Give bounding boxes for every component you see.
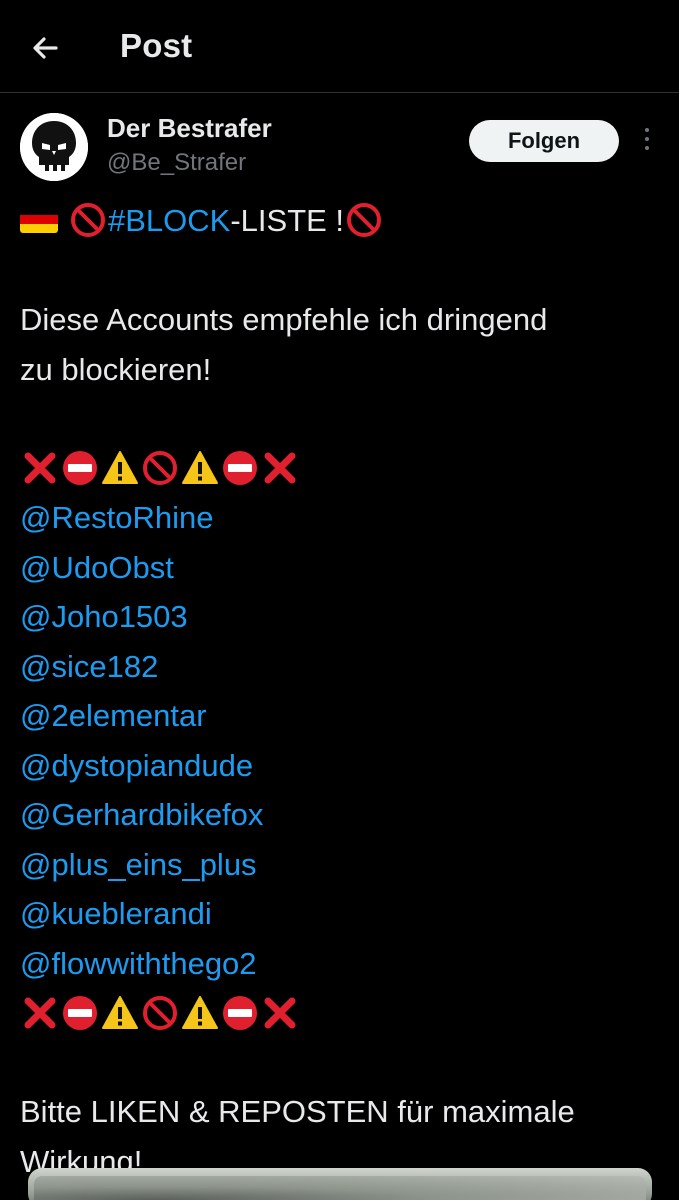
post-media-image[interactable] — [28, 1168, 652, 1200]
mention-link[interactable]: @UdoObst — [20, 543, 660, 593]
no-entry-icon — [223, 451, 257, 486]
back-button[interactable] — [26, 28, 66, 68]
media-thumbnail — [34, 1176, 646, 1200]
no-entry-icon — [223, 995, 257, 1030]
mention-link[interactable]: @Joho1503 — [20, 592, 660, 642]
outro-line-1: Bitte LIKEN & REPOSTEN für maximale — [20, 1094, 575, 1129]
arrow-left-icon — [33, 37, 58, 59]
intro-line-2: zu blockieren! — [20, 351, 212, 387]
mention-link[interactable]: @2elementar — [20, 691, 660, 741]
prohibited-icon — [143, 995, 177, 1030]
avatar[interactable] — [20, 113, 88, 181]
prohibited-icon — [71, 202, 105, 237]
cross-mark-icon — [24, 452, 56, 484]
cross-mark-icon — [264, 452, 296, 484]
follow-button[interactable]: Folgen — [469, 120, 619, 162]
mention-link[interactable]: @kueblerandi — [20, 889, 660, 939]
warning-icon — [102, 451, 138, 485]
cross-mark-icon — [264, 997, 296, 1029]
block-hashtag-link[interactable]: #BLOCK — [108, 203, 230, 238]
warning-icon — [182, 451, 218, 485]
top-bar: Post — [0, 0, 679, 93]
mention-link[interactable]: @plus_eins_plus — [20, 840, 660, 890]
no-entry-icon — [63, 451, 97, 486]
punisher-skull-icon — [20, 113, 88, 181]
germany-flag-icon — [20, 206, 58, 233]
mention-link[interactable]: @Gerhardbikefox — [20, 790, 660, 840]
cross-mark-icon — [24, 997, 56, 1029]
warning-icon — [182, 995, 218, 1029]
post-text: #BLOCK-LISTE ! Diese Accounts empfehle i… — [20, 196, 660, 1186]
intro-line-1: Diese Accounts empfehle ich dringend — [20, 302, 548, 337]
mention-link[interactable]: @RestoRhine — [20, 493, 660, 543]
emoji-row-bottom — [20, 988, 660, 1038]
prohibited-icon — [347, 202, 382, 237]
more-vertical-icon[interactable] — [632, 123, 662, 159]
author-handle[interactable]: @Be_Strafer — [107, 149, 246, 177]
prohibited-icon — [143, 451, 177, 486]
emoji-row-top — [20, 444, 660, 494]
page-title: Post — [120, 27, 193, 64]
mention-link[interactable]: @sice182 — [20, 642, 660, 692]
author-row: Der Bestrafer @Be_Strafer Folgen — [0, 93, 679, 193]
mention-link[interactable]: @dystopiandude — [20, 741, 660, 791]
no-entry-icon — [63, 995, 97, 1030]
post-headline: #BLOCK-LISTE ! — [20, 196, 660, 246]
author-display-name[interactable]: Der Bestrafer — [107, 113, 272, 144]
warning-icon — [102, 995, 138, 1029]
mention-link[interactable]: @flowwiththego2 — [20, 939, 660, 989]
headline-rest: -LISTE ! — [230, 203, 345, 238]
